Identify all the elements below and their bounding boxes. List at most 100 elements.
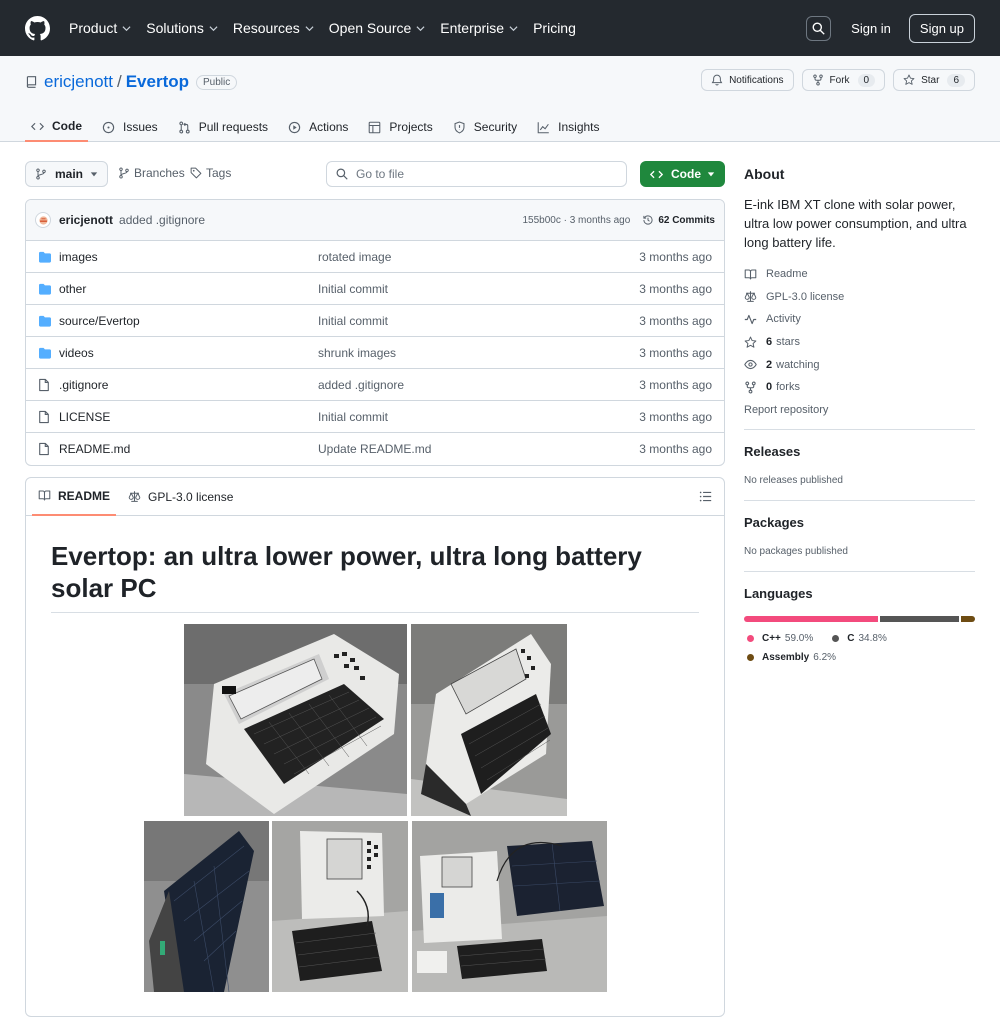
tab-issues[interactable]: Issues bbox=[96, 114, 164, 140]
notifications-button[interactable]: Notifications bbox=[701, 69, 794, 91]
watching-link[interactable]: 2 watching bbox=[744, 353, 975, 376]
watching-count: 2 bbox=[766, 358, 773, 371]
file-commit-message[interactable]: Update README.md bbox=[318, 442, 431, 456]
chevron-down-icon bbox=[509, 25, 518, 31]
packages-title[interactable]: Packages bbox=[744, 515, 804, 530]
file-commit-message[interactable]: Initial commit bbox=[318, 282, 388, 296]
star-button[interactable]: Star 6 bbox=[893, 69, 975, 91]
file-name[interactable]: LICENSE bbox=[59, 410, 318, 424]
file-name[interactable]: images bbox=[59, 250, 318, 264]
readme-link[interactable]: Readme bbox=[744, 263, 975, 286]
file-commit-message[interactable]: Initial commit bbox=[318, 410, 388, 424]
file-commit-message[interactable]: Initial commit bbox=[318, 314, 388, 328]
file-commit-message[interactable]: added .gitignore bbox=[318, 378, 404, 392]
stars-link[interactable]: 6 stars bbox=[744, 331, 975, 354]
commit-message[interactable]: added .gitignore bbox=[119, 213, 205, 227]
file-date: 3 months ago bbox=[639, 409, 712, 424]
book-icon bbox=[744, 269, 757, 280]
issue-icon bbox=[102, 121, 115, 133]
evertop-photo-solar-back[interactable] bbox=[144, 821, 269, 992]
header-actions: Sign in Sign up bbox=[806, 13, 975, 43]
branch-selector[interactable]: main bbox=[25, 161, 108, 187]
tag-icon bbox=[190, 167, 202, 179]
license-link[interactable]: GPL-3.0 license bbox=[744, 286, 975, 309]
repo-separator: / bbox=[116, 72, 122, 91]
repo-name-link[interactable]: Evertop bbox=[126, 72, 189, 92]
file-row[interactable]: .gitignore added .gitignore 3 months ago bbox=[26, 369, 724, 401]
nav-product[interactable]: Product bbox=[69, 20, 131, 36]
releases-title[interactable]: Releases bbox=[744, 444, 800, 459]
language-bar-segment bbox=[960, 616, 975, 622]
law-icon bbox=[744, 291, 757, 303]
go-to-file-input[interactable]: Go to file bbox=[326, 161, 627, 187]
code-button[interactable]: Code bbox=[640, 161, 725, 187]
evertop-photo-with-panel[interactable] bbox=[412, 821, 607, 992]
report-repository-link[interactable]: Report repository bbox=[744, 399, 975, 422]
law-icon bbox=[128, 491, 141, 502]
tab-security[interactable]: Security bbox=[447, 114, 523, 140]
tags-link[interactable]: Tags bbox=[190, 166, 231, 180]
nav-pricing[interactable]: Pricing bbox=[533, 20, 576, 36]
nav-open-source[interactable]: Open Source bbox=[329, 20, 426, 36]
language-name: Assembly bbox=[762, 652, 810, 663]
avatar[interactable] bbox=[35, 212, 51, 228]
file-row[interactable]: README.md Update README.md 3 months ago bbox=[26, 433, 724, 465]
language-item[interactable]: C++ 59.0% bbox=[744, 633, 813, 644]
fork-label: Fork bbox=[829, 74, 850, 86]
sign-up-button[interactable]: Sign up bbox=[908, 13, 975, 43]
forks-label: forks bbox=[776, 381, 800, 394]
tab-actions[interactable]: Actions bbox=[282, 114, 354, 140]
repo-owner-link[interactable]: ericjenott bbox=[44, 72, 113, 92]
file-commit-message[interactable]: rotated image bbox=[318, 250, 391, 264]
tab-pull-requests[interactable]: Pull requests bbox=[172, 114, 274, 140]
file-name[interactable]: README.md bbox=[59, 442, 318, 456]
tab-license[interactable]: GPL-3.0 license bbox=[122, 478, 239, 516]
tab-projects[interactable]: Projects bbox=[362, 114, 438, 140]
file-name[interactable]: videos bbox=[59, 346, 318, 360]
code-button-label: Code bbox=[671, 167, 701, 181]
fork-button[interactable]: Fork 0 bbox=[801, 69, 886, 91]
evertop-photo-open[interactable] bbox=[272, 821, 408, 992]
forks-count: 0 bbox=[766, 381, 773, 394]
evertop-photo-angle[interactable] bbox=[411, 624, 567, 816]
github-logo-icon[interactable] bbox=[25, 15, 50, 41]
file-date: 3 months ago bbox=[639, 377, 712, 392]
evertop-photo-front[interactable] bbox=[184, 624, 407, 816]
file-row[interactable]: source/Evertop Initial commit 3 months ago bbox=[26, 305, 724, 337]
commit-meta[interactable]: 155b00c · 3 months ago bbox=[522, 215, 630, 226]
file-name[interactable]: source/Evertop bbox=[59, 314, 318, 328]
search-icon bbox=[812, 22, 825, 35]
file-row[interactable]: LICENSE Initial commit 3 months ago bbox=[26, 401, 724, 433]
file-name[interactable]: .gitignore bbox=[59, 378, 318, 392]
nav-solutions[interactable]: Solutions bbox=[146, 20, 218, 36]
repo-tabs: Code Issues Pull requests Actions Projec… bbox=[25, 114, 614, 142]
tab-label: Security bbox=[473, 120, 518, 134]
search-button[interactable] bbox=[806, 15, 832, 41]
sign-in-link[interactable]: Sign in bbox=[851, 21, 891, 36]
language-item[interactable]: Assembly 6.2% bbox=[744, 652, 836, 663]
forks-link[interactable]: 0 forks bbox=[744, 376, 975, 399]
readme-panel: README GPL-3.0 license Evertop: an ultra… bbox=[25, 477, 725, 1017]
branches-link[interactable]: Branches bbox=[118, 166, 185, 180]
file-row[interactable]: other Initial commit 3 months ago bbox=[26, 273, 724, 305]
nav-resources[interactable]: Resources bbox=[233, 20, 314, 36]
file-commit-message[interactable]: shrunk images bbox=[318, 346, 396, 360]
language-item[interactable]: C 34.8% bbox=[829, 633, 887, 644]
commits-link[interactable]: 62 Commits bbox=[642, 214, 715, 226]
commit-author[interactable]: ericjenott bbox=[59, 213, 113, 227]
file-row[interactable]: videos shrunk images 3 months ago bbox=[26, 337, 724, 369]
activity-link[interactable]: Activity bbox=[744, 308, 975, 331]
list-unordered-icon[interactable] bbox=[699, 490, 712, 503]
branch-icon bbox=[36, 168, 46, 180]
folder-icon bbox=[38, 283, 52, 295]
file-name[interactable]: other bbox=[59, 282, 318, 296]
evertop-photo-solar-back-image bbox=[144, 821, 269, 992]
file-row[interactable]: images rotated image 3 months ago bbox=[26, 241, 724, 273]
tab-insights[interactable]: Insights bbox=[531, 114, 605, 140]
nav-enterprise[interactable]: Enterprise bbox=[440, 20, 518, 36]
pulse-icon bbox=[744, 314, 757, 325]
tab-readme[interactable]: README bbox=[32, 478, 117, 516]
fork-icon bbox=[812, 74, 823, 86]
tab-code[interactable]: Code bbox=[25, 114, 88, 142]
nav-label: Enterprise bbox=[440, 20, 505, 36]
